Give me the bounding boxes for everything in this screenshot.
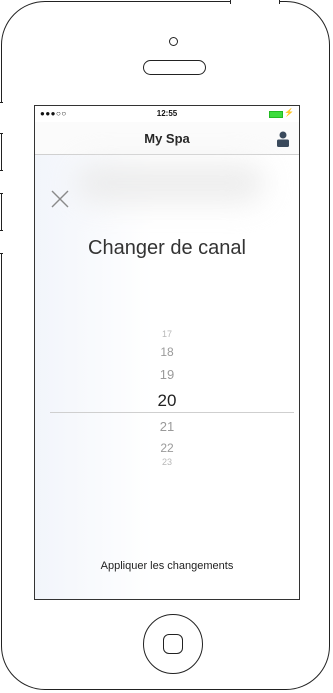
channel-picker[interactable]: 17 18 19 20 21 22 23: [35, 315, 299, 485]
person-icon[interactable]: [276, 131, 290, 147]
mute-switch: [0, 102, 3, 134]
dialog-title: Changer de canal: [88, 237, 246, 259]
volume-down-button: [0, 230, 3, 254]
home-button[interactable]: [143, 614, 203, 674]
front-camera: [169, 37, 178, 46]
close-icon[interactable]: [49, 188, 71, 210]
volume-up-button: [0, 170, 3, 194]
power-button: [230, 0, 280, 4]
picker-option[interactable]: 17: [35, 329, 299, 339]
nav-title: My Spa: [144, 131, 190, 146]
status-bar: ●●●○○ 12:55 ⚡: [35, 106, 299, 122]
picker-option[interactable]: 18: [35, 345, 299, 359]
earpiece-speaker: [143, 60, 206, 75]
picker-option[interactable]: 22: [35, 441, 299, 455]
picker-option[interactable]: 21: [35, 419, 299, 434]
battery-icon: [269, 111, 283, 118]
charging-icon: ⚡: [284, 108, 294, 117]
picker-option[interactable]: 23: [35, 457, 299, 467]
channel-dialog: Changer de canal 17 18 19 20 21 22 23 Ap…: [35, 155, 299, 599]
picker-option-selected[interactable]: 20: [35, 391, 299, 411]
screen: ●●●○○ 12:55 ⚡ My Spa Changer de canal 17…: [34, 105, 300, 600]
status-time: 12:55: [156, 109, 178, 118]
selection-line: [50, 412, 294, 413]
nav-bar: My Spa: [35, 122, 299, 155]
apply-changes-button[interactable]: Appliquer les changements: [35, 560, 299, 572]
picker-option[interactable]: 19: [35, 367, 299, 382]
blurred-header: [75, 163, 265, 203]
